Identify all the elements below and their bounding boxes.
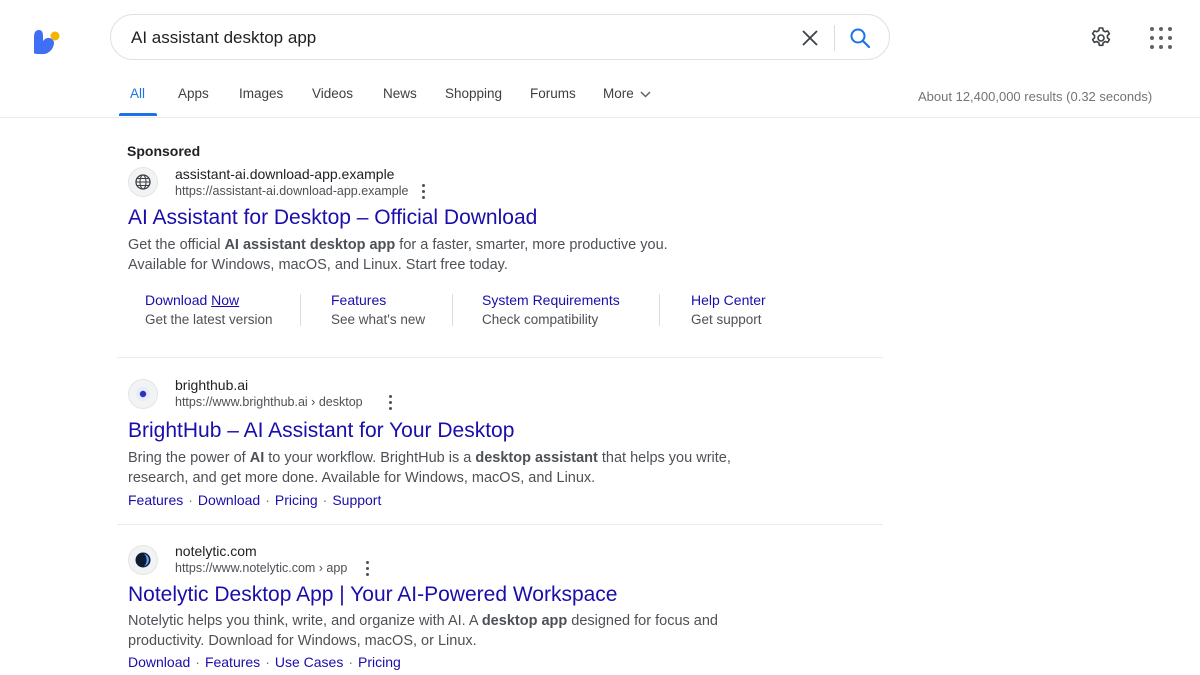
sitelink-help-center[interactable]: Help Center Get support [691, 292, 766, 327]
tab-forums[interactable]: Forums [530, 86, 576, 101]
search-input[interactable]: AI assistant desktop app [131, 28, 316, 48]
tab-apps[interactable]: Apps [178, 86, 209, 101]
tab-videos[interactable]: Videos [312, 86, 353, 101]
kebab-menu-icon[interactable] [389, 395, 393, 411]
apps-grid-icon[interactable] [1150, 27, 1172, 49]
kebab-menu-icon[interactable] [422, 184, 426, 200]
active-tab-indicator [119, 113, 157, 116]
app-logo[interactable] [30, 27, 62, 57]
sitelink-divider [300, 294, 301, 326]
quick-link-features[interactable]: Features [205, 654, 260, 670]
result-site-url[interactable]: https://www.notelytic.com › app [175, 561, 347, 575]
sitelink-system-requirements[interactable]: System Requirements Check compatibility [482, 292, 620, 327]
sitelink-download-now[interactable]: Download Now Get the latest version [145, 292, 273, 327]
ad-site-url[interactable]: https://assistant-ai.download-app.exampl… [175, 184, 408, 198]
chevron-down-icon [640, 91, 651, 98]
result-stats: About 12,400,000 results (0.32 seconds) [918, 89, 1153, 104]
result-quick-links: Features · Download · Pricing · Support [128, 492, 382, 508]
search-box[interactable]: AI assistant desktop app [110, 14, 890, 60]
notelytic-favicon-icon [128, 545, 158, 575]
ad-site-name: assistant-ai.download-app.example [175, 166, 395, 182]
quick-link-use-cases[interactable]: Use Cases [275, 654, 343, 670]
sitelink-divider [659, 294, 660, 326]
ad-snippet: Get the official AI assistant desktop ap… [128, 237, 668, 273]
sitelink-features[interactable]: Features See what's new [331, 292, 425, 327]
quick-link-pricing[interactable]: Pricing [275, 492, 318, 508]
result-snippet: Notelytic helps you think, write, and or… [128, 613, 718, 649]
tab-more[interactable]: More [603, 86, 651, 101]
brighthub-favicon-icon [128, 379, 158, 409]
result-quick-links: Download · Features · Use Cases · Pricing [128, 654, 401, 670]
quick-link-support[interactable]: Support [332, 492, 381, 508]
quick-link-features[interactable]: Features [128, 492, 183, 508]
result-snippet: Bring the power of AI to your workflow. … [128, 450, 731, 486]
globe-icon [128, 167, 158, 197]
search-icon[interactable] [848, 26, 872, 50]
gear-icon[interactable] [1089, 26, 1113, 50]
quick-link-pricing[interactable]: Pricing [358, 654, 401, 670]
tab-shopping[interactable]: Shopping [445, 86, 502, 101]
tab-news[interactable]: News [383, 86, 417, 101]
quick-link-download[interactable]: Download [198, 492, 260, 508]
ad-sitelinks: Download Now Get the latest version Feat… [145, 292, 865, 332]
divider [117, 524, 883, 525]
result-title-link[interactable]: Notelytic Desktop App | Your AI-Powered … [128, 583, 618, 607]
result-site-name: brighthub.ai [175, 377, 249, 393]
tab-images[interactable]: Images [239, 86, 283, 101]
ad-title-link[interactable]: AI Assistant for Desktop – Official Down… [128, 206, 537, 230]
tab-all[interactable]: All [130, 86, 145, 101]
quick-link-download[interactable]: Download [128, 654, 190, 670]
result-title-link[interactable]: BrightHub – AI Assistant for Your Deskto… [128, 419, 514, 443]
divider [117, 357, 883, 358]
clear-icon[interactable] [799, 27, 821, 49]
sponsored-label: Sponsored [127, 143, 201, 159]
sitelink-divider [452, 294, 453, 326]
search-divider [834, 25, 835, 51]
tab-more-label: More [603, 86, 634, 101]
kebab-menu-icon[interactable] [366, 561, 370, 577]
result-site-name: notelytic.com [175, 543, 257, 559]
result-site-url[interactable]: https://www.brighthub.ai › desktop [175, 395, 363, 409]
